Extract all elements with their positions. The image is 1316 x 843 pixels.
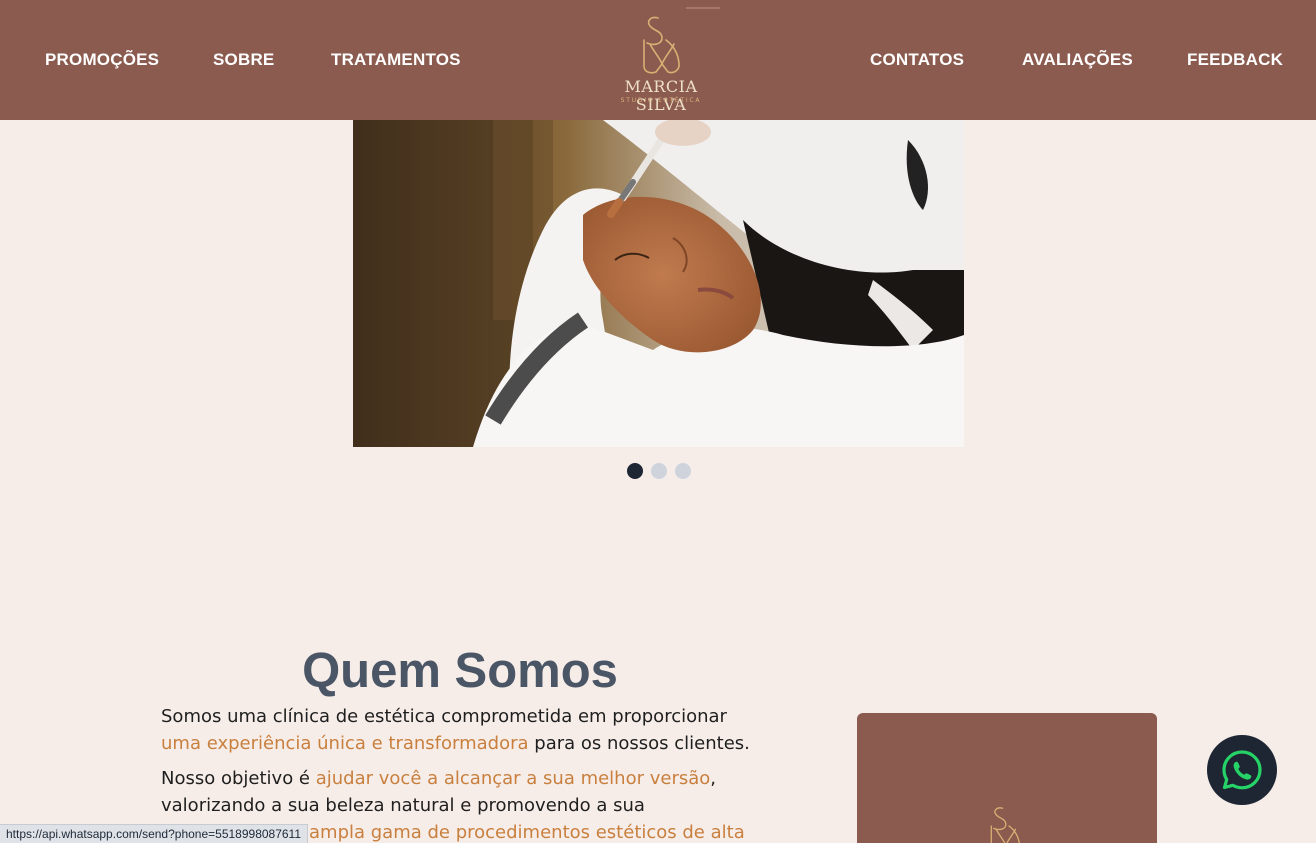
browser-status-url: https://api.whatsapp.com/send?phone=5518… bbox=[0, 824, 309, 843]
slider-dot-2[interactable] bbox=[651, 463, 667, 479]
nav-promocoes[interactable]: PROMOÇÕES bbox=[45, 50, 159, 70]
site-header: PROMOÇÕES SOBRE TRATAMENTOS MARCIA SILVA… bbox=[0, 0, 1316, 120]
whatsapp-button[interactable] bbox=[1207, 735, 1277, 805]
whatsapp-icon bbox=[1222, 750, 1262, 790]
hero-slide-image[interactable] bbox=[353, 120, 964, 447]
p1-text-a: Somos uma clínica de estética comprometi… bbox=[161, 706, 727, 727]
header-divider bbox=[686, 7, 720, 9]
slider-dot-1[interactable] bbox=[627, 463, 643, 479]
about-logo-card bbox=[857, 713, 1157, 843]
about-paragraph-3: ampla gama de procedimentos estéticos de… bbox=[309, 819, 769, 843]
brand-logo[interactable]: MARCIA SILVA STUDIO ESTÉTICA bbox=[598, 14, 724, 114]
nav-sobre[interactable]: SOBRE bbox=[213, 50, 274, 70]
card-logo-icon bbox=[990, 807, 1020, 843]
nav-feedback[interactable]: FEEDBACK bbox=[1187, 50, 1283, 70]
facial-treatment-photo bbox=[353, 120, 964, 447]
logo-name: MARCIA SILVA bbox=[624, 77, 698, 114]
slider-dot-3[interactable] bbox=[675, 463, 691, 479]
p2-highlight: ajudar você a alcançar a sua melhor vers… bbox=[315, 768, 711, 789]
p3-highlight: ampla gama de procedimentos estéticos de… bbox=[309, 822, 745, 843]
logo-subtitle: STUDIO ESTÉTICA bbox=[620, 97, 702, 104]
p1-highlight: uma experiência única e transformadora bbox=[161, 733, 529, 754]
section-title-quem-somos: Quem Somos bbox=[302, 644, 618, 698]
nav-avaliacoes[interactable]: AVALIAÇÕES bbox=[1022, 50, 1133, 70]
p1-text-b: para os nossos clientes. bbox=[528, 733, 750, 754]
nav-tratamentos[interactable]: TRATAMENTOS bbox=[331, 50, 461, 70]
nav-contatos[interactable]: CONTATOS bbox=[870, 50, 964, 70]
p2-text-a: Nosso objetivo é bbox=[161, 768, 316, 789]
logo-monogram-icon bbox=[643, 16, 680, 74]
about-paragraph-1: Somos uma clínica de estética comprometi… bbox=[161, 703, 761, 757]
